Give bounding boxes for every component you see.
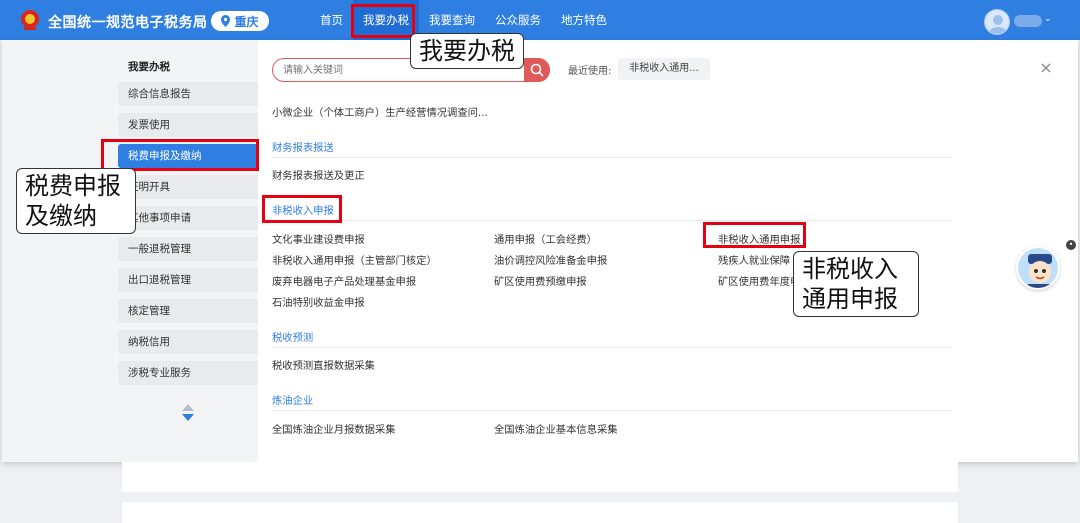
top-header: 全国统一规范电子税务局 重庆 首页 我要办税 我要查询 公众服务 地方特色 ⌄ — [0, 0, 1080, 40]
scroll-up-icon[interactable] — [182, 404, 194, 411]
sidebar-item-info-report[interactable]: 综合信息报告 — [118, 82, 258, 106]
nav-highlight-box — [351, 4, 415, 38]
callout-item-line1: 非税收入 — [802, 255, 898, 283]
assistant-badge: • — [1066, 240, 1076, 250]
callout-sidebar: 税费申报 及缴纳 — [16, 168, 136, 234]
recent-item-chip[interactable]: 非税收入通用... — [618, 58, 710, 80]
menu-content: 最近使用: 非税收入通用... × 小微企业（个体工商户）生产经营情况调查问..… — [258, 40, 1078, 462]
section-title-tax-forecast: 税收预测 — [272, 332, 314, 344]
section-divider — [272, 410, 952, 411]
region-label: 重庆 — [234, 14, 259, 29]
user-avatar[interactable] — [984, 9, 1010, 35]
search-icon — [530, 63, 544, 77]
section-title-refinery: 炼油企业 — [272, 395, 314, 407]
sidebar-item-other-application[interactable]: 其他事项申请 — [118, 206, 258, 230]
menu-item-refinery-basic-info[interactable]: 全国炼油企业基本信息采集 — [494, 421, 618, 436]
page-card — [122, 462, 958, 492]
sidebar-item-certificate[interactable]: 证明开具 — [118, 175, 258, 199]
callout-nav: 我要办税 — [410, 33, 524, 69]
sidebar-highlight-box — [101, 139, 259, 171]
menu-item-disability-employment[interactable]: 残疾人就业保障 — [718, 252, 790, 267]
section-divider — [272, 220, 952, 221]
username-blurred — [1014, 15, 1042, 27]
tax-emblem-icon — [21, 10, 39, 30]
menu-item-refinery-monthly[interactable]: 全国炼油企业月报数据采集 — [272, 421, 396, 436]
menu-item-financial-report-submit[interactable]: 财务报表报送及更正 — [272, 167, 365, 182]
sidebar-item-professional[interactable]: 涉税专业服务 — [118, 361, 258, 385]
sidebar-item-general-refund[interactable]: 一般退税管理 — [118, 237, 258, 261]
menu-item-waste-electronics-fund[interactable]: 废弃电器电子产品处理基金申报 — [272, 273, 416, 288]
sidebar-item-invoice[interactable]: 发票使用 — [118, 113, 258, 137]
menu-item-nontax-general-dept[interactable]: 非税收入通用申报（主管部门核定） — [272, 252, 437, 267]
section-divider — [272, 157, 952, 158]
callout-sidebar-line1: 税费申报 — [25, 172, 121, 200]
section-divider — [272, 347, 952, 348]
menu-item-oil-special-gain[interactable]: 石油特别收益金申报 — [272, 294, 365, 309]
menu-item-culture-fee[interactable]: 文化事业建设费申报 — [272, 231, 365, 246]
close-icon[interactable]: × — [1038, 60, 1054, 76]
location-pin-icon — [221, 15, 231, 27]
section-title-financial-report: 财务报表报送 — [272, 142, 334, 154]
nav-home[interactable]: 首页 — [310, 0, 353, 40]
scroll-down-icon[interactable] — [182, 414, 194, 421]
sidebar: 我要办税 综合信息报告 发票使用 税费申报及缴纳 证明开具 其他事项申请 一般退… — [2, 40, 258, 462]
menu-item-tax-forecast-collect[interactable]: 税收预测直报数据采集 — [272, 357, 375, 372]
page-card — [122, 502, 958, 523]
region-selector[interactable]: 重庆 — [211, 11, 269, 31]
tax-menu-panel: 我要办税 综合信息报告 发票使用 税费申报及缴纳 证明开具 其他事项申请 一般退… — [2, 40, 1078, 462]
callout-item: 非税收入 通用申报 — [793, 251, 919, 317]
menu-item-mining-annual[interactable]: 矿区使用费年度申 — [718, 273, 800, 288]
recent-label: 最近使用: — [568, 66, 612, 77]
menu-item-small-business-survey[interactable]: 小微企业（个体工商户）生产经营情况调查问... — [272, 104, 488, 119]
sidebar-item-export-refund[interactable]: 出口退税管理 — [118, 268, 258, 292]
sidebar-item-credit[interactable]: 纳税信用 — [118, 330, 258, 354]
user-icon — [989, 15, 1007, 34]
chevron-down-icon[interactable]: ⌄ — [1044, 14, 1052, 24]
menu-item-oil-price-reserve[interactable]: 油价调控风险准备金申报 — [494, 252, 607, 267]
callout-sidebar-line2: 及缴纳 — [25, 202, 97, 230]
menu-item-mining-prepay[interactable]: 矿区使用费预缴申报 — [494, 273, 587, 288]
sidebar-item-assessment[interactable]: 核定管理 — [118, 299, 258, 323]
assistant-robot-icon[interactable] — [1016, 246, 1060, 290]
callout-item-line2: 通用申报 — [802, 285, 898, 313]
item-highlight-box — [703, 222, 806, 248]
sidebar-title: 我要办税 — [128, 61, 170, 73]
menu-item-union-fee[interactable]: 通用申报（工会经费） — [494, 231, 597, 246]
search-button[interactable] — [524, 58, 550, 82]
section-highlight-box — [262, 195, 342, 223]
site-title: 全国统一规范电子税务局 — [48, 15, 208, 31]
nav-local-features[interactable]: 地方特色 — [551, 0, 617, 40]
